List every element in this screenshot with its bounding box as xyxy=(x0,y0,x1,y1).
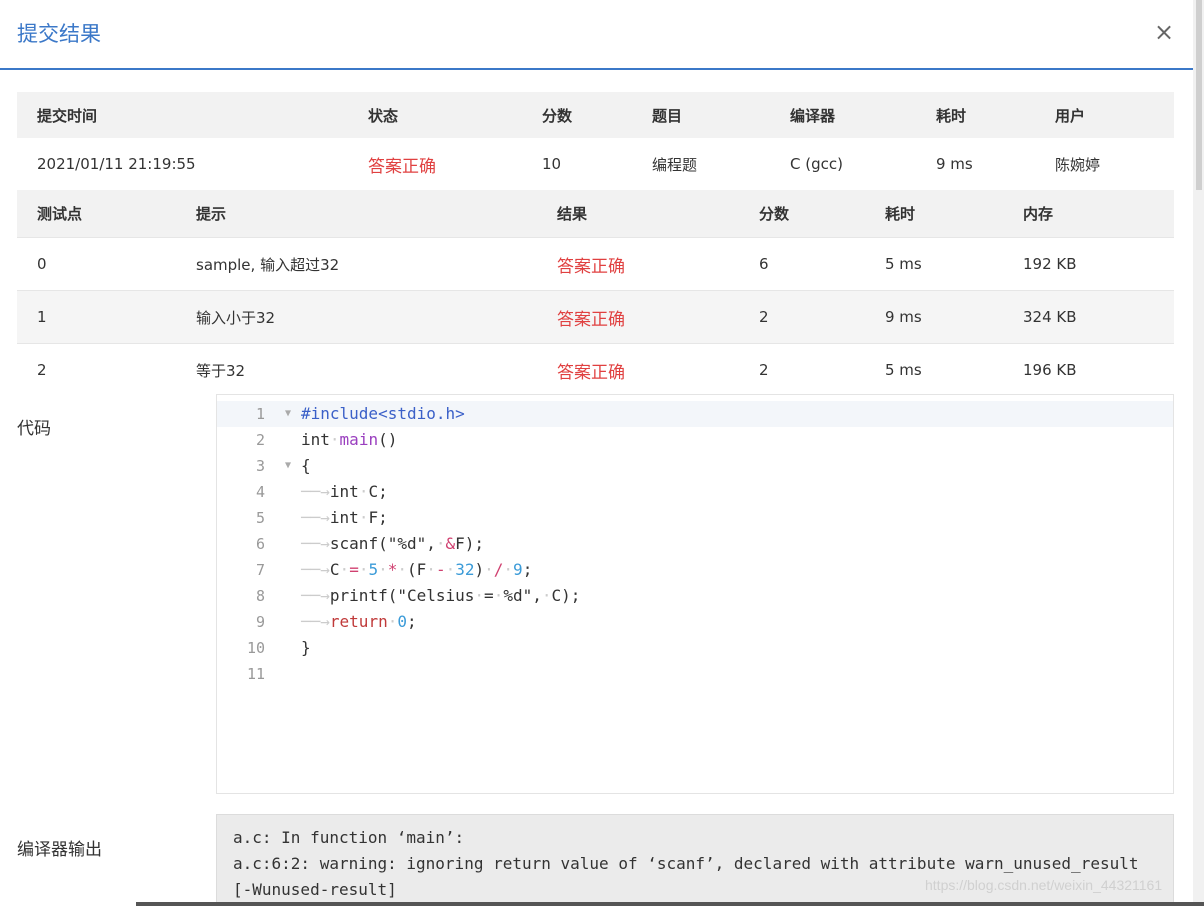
test-cases-table: 测试点 提示 结果 分数 耗时 内存 0 sample, 输入超过32 答案正确… xyxy=(17,190,1174,396)
table-row: 0 sample, 输入超过32 答案正确 6 5 ms 192 KB xyxy=(17,237,1174,291)
dialog-header: 提交结果 × xyxy=(0,0,1193,70)
code-line: 11 xyxy=(217,661,1173,687)
code-text: ──→return·0; xyxy=(301,612,417,631)
code-text: { xyxy=(301,456,311,475)
code-text: } xyxy=(301,638,311,657)
code-line: 1 ▼ #include<stdio.h> xyxy=(217,401,1173,427)
submit-time: 2021/01/11 21:19:55 xyxy=(37,155,196,173)
test-point: 0 xyxy=(17,237,176,291)
code-text: int·main() xyxy=(301,430,398,449)
code-line: 6 ──→scanf("%d",·&F); xyxy=(217,531,1173,557)
code-text: ──→int·C; xyxy=(301,482,388,501)
compiler-output-line: a.c: In function ‘main’: xyxy=(233,828,465,847)
header-status: 状态 xyxy=(348,92,522,138)
table-row: 1 输入小于32 答案正确 2 9 ms 324 KB xyxy=(17,290,1174,344)
code-line: 8 ──→printf("Celsius·=·%d",·C); xyxy=(217,583,1173,609)
line-number: 7 xyxy=(255,561,265,579)
elapsed-time: 9 ms xyxy=(936,155,973,173)
bottom-bar xyxy=(136,902,1204,906)
header-test-point: 测试点 xyxy=(17,190,176,238)
test-result: 答案正确 xyxy=(537,343,739,396)
summary-row: 2021/01/11 21:19:55 答案正确 10 编程题 C (gcc) … xyxy=(17,138,1174,190)
code-line: 3 ▼ { xyxy=(217,453,1173,479)
code-text: #include<stdio.h> xyxy=(301,404,465,423)
summary-table: 提交时间 状态 分数 题目 编译器 耗时 用户 2021/01/11 21:19… xyxy=(17,92,1174,190)
header-memory: 内存 xyxy=(1003,190,1174,238)
header-compiler: 编译器 xyxy=(770,92,916,138)
line-number: 8 xyxy=(255,587,265,605)
summary-header-row: 提交时间 状态 分数 题目 编译器 耗时 用户 xyxy=(17,92,1174,138)
test-memory: 324 KB xyxy=(1003,290,1174,344)
header-submit-time: 提交时间 xyxy=(17,92,348,138)
test-hint: 等于32 xyxy=(176,343,537,396)
line-number: 9 xyxy=(255,613,265,631)
code-line: 2 int·main() xyxy=(217,427,1173,453)
test-point: 1 xyxy=(17,290,176,344)
watermark: https://blog.csdn.net/weixin_44321161 xyxy=(925,877,1163,893)
user-link[interactable]: 陈婉婷 xyxy=(1035,138,1174,190)
code-text: ──→int·F; xyxy=(301,508,388,527)
line-number: 6 xyxy=(255,535,265,553)
code-line: 5 ──→int·F; xyxy=(217,505,1173,531)
line-number: 4 xyxy=(255,483,265,501)
line-number: 2 xyxy=(255,431,265,449)
test-score: 2 xyxy=(739,343,865,396)
compiler-output-line: a.c:6:2: warning: ignoring return value … xyxy=(233,854,1139,873)
fold-arrow-icon[interactable]: ▼ xyxy=(285,401,291,427)
line-number: 3 xyxy=(255,457,265,475)
compiler: C (gcc) xyxy=(790,155,843,173)
fold-arrow-icon[interactable]: ▼ xyxy=(285,453,291,479)
header-hint: 提示 xyxy=(176,190,537,238)
table-row: 2 等于32 答案正确 2 5 ms 196 KB xyxy=(17,343,1174,396)
code-line: 9 ──→return·0; xyxy=(217,609,1173,635)
compiler-output-label: 编译器输出 xyxy=(17,840,102,860)
test-memory: 192 KB xyxy=(1003,237,1174,291)
header-user: 用户 xyxy=(1035,92,1174,138)
line-number: 1 xyxy=(255,405,265,423)
test-time: 9 ms xyxy=(865,290,1003,344)
test-point: 2 xyxy=(17,343,176,396)
header-result: 结果 xyxy=(537,190,739,238)
header-problem: 题目 xyxy=(632,92,770,138)
test-hint: sample, 输入超过32 xyxy=(176,237,537,291)
code-line: 7 ──→C·=·5·*·(F·-·32)·/·9; xyxy=(217,557,1173,583)
line-number: 5 xyxy=(255,509,265,527)
test-result: 答案正确 xyxy=(537,290,739,344)
code-line: 4 ──→int·C; xyxy=(217,479,1173,505)
header-test-score: 分数 xyxy=(739,190,865,238)
code-text: ──→scanf("%d",·&F); xyxy=(301,534,485,553)
test-header-row: 测试点 提示 结果 分数 耗时 内存 xyxy=(17,190,1174,238)
score: 10 xyxy=(542,155,562,173)
test-result: 答案正确 xyxy=(537,237,739,291)
line-number: 10 xyxy=(246,639,265,657)
header-time: 耗时 xyxy=(916,92,1035,138)
header-test-time: 耗时 xyxy=(865,190,1003,238)
test-score: 6 xyxy=(739,237,865,291)
dialog-title: 提交结果 xyxy=(17,22,101,46)
test-memory: 196 KB xyxy=(1003,343,1174,396)
line-number: 11 xyxy=(246,665,265,683)
submission-result-dialog: 提交结果 × 提交时间 状态 分数 题目 编译器 耗时 用户 2021/01/1… xyxy=(0,0,1193,906)
test-time: 5 ms xyxy=(865,237,1003,291)
test-score: 2 xyxy=(739,290,865,344)
close-icon[interactable]: × xyxy=(1153,18,1175,46)
header-score: 分数 xyxy=(522,92,632,138)
problem-link[interactable]: 编程题 xyxy=(632,138,770,190)
scrollbar-thumb[interactable] xyxy=(1196,0,1202,190)
test-hint: 输入小于32 xyxy=(176,290,537,344)
test-time: 5 ms xyxy=(865,343,1003,396)
code-text: ──→printf("Celsius·=·%d",·C); xyxy=(301,586,581,605)
status-badge: 答案正确 xyxy=(368,156,436,177)
code-label: 代码 xyxy=(17,419,51,439)
code-text: ──→C·=·5·*·(F·-·32)·/·9; xyxy=(301,560,533,579)
code-editor[interactable]: 1 ▼ #include<stdio.h> 2 int·main() 3 ▼ {… xyxy=(216,394,1174,794)
code-line: 10 } xyxy=(217,635,1173,661)
